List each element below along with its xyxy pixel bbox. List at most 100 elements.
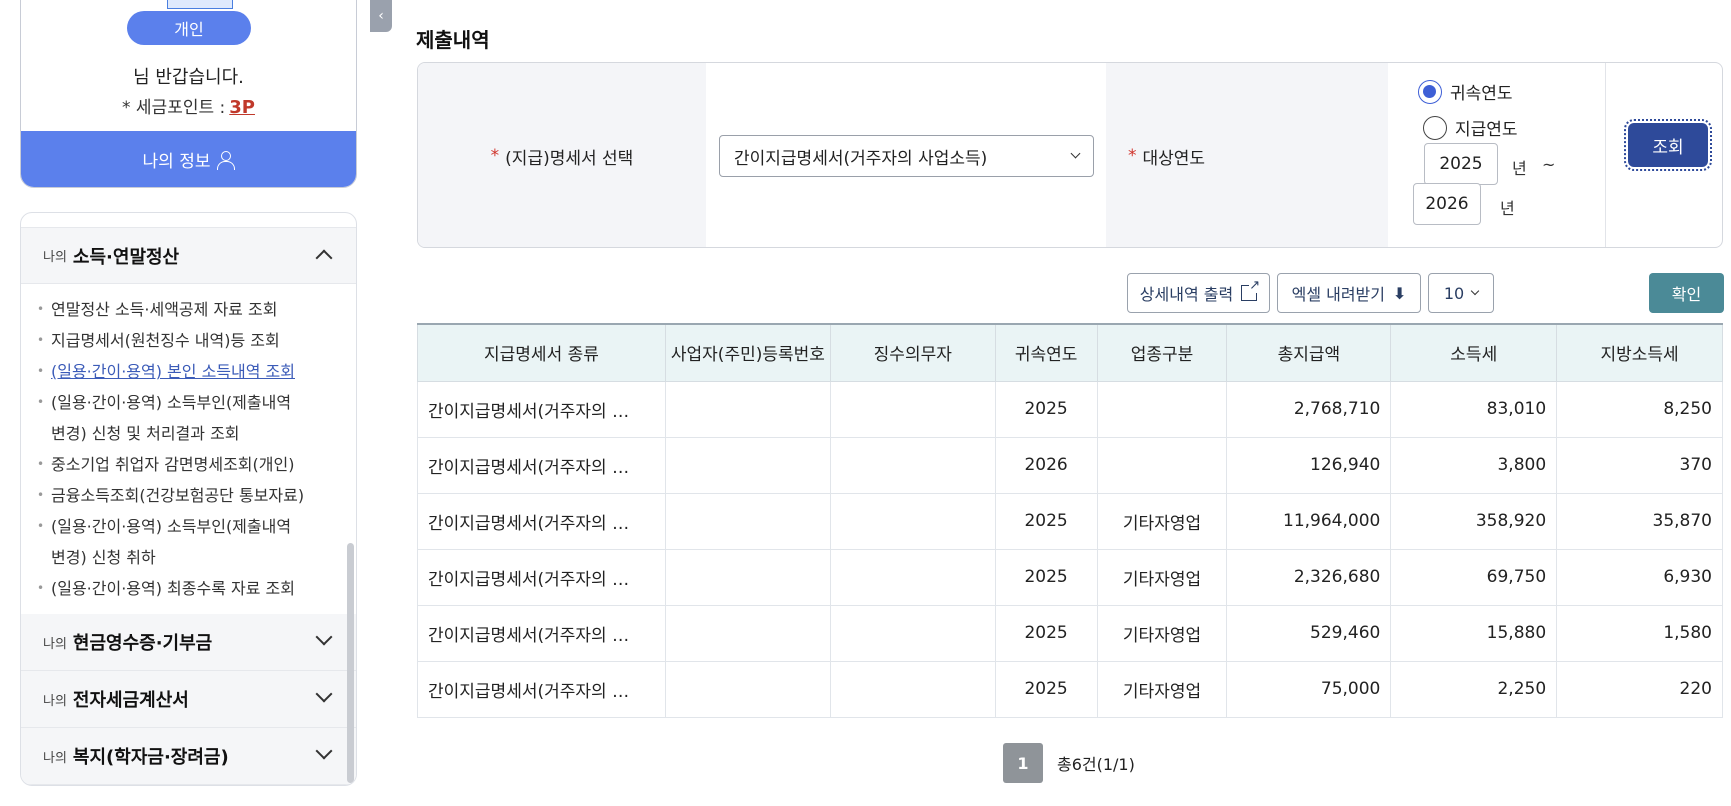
table-row[interactable]: 간이지급명세서(거주자의 … 2025 기타자영업 529,460 15,880… (417, 604, 1723, 662)
chevron-down-icon (1470, 286, 1480, 296)
chevron-up-icon (315, 249, 333, 267)
chevron-down-icon (315, 628, 333, 646)
table-row[interactable]: 간이지급명세서(거주자의 … 2025 기타자영업 75,000 2,250 2… (417, 660, 1723, 718)
table-row[interactable]: 간이지급명세서(거주자의 … 2025 2,768,710 83,010 8,2… (417, 380, 1723, 438)
col-header[interactable]: 소득세 (1390, 323, 1558, 382)
chevron-down-icon (315, 685, 333, 703)
cell-reg-number-redacted (664, 380, 831, 438)
table-row[interactable]: 간이지급명세서(거주자의 … 2025 기타자영업 11,964,000 358… (417, 492, 1723, 550)
tax-points-label: * 세금포인트 : (122, 98, 226, 118)
cell-total: 126,940 (1226, 436, 1392, 494)
menu-section-prefix: 나의 (43, 636, 67, 652)
menu-section-cash-receipt[interactable]: 나의 현금영수증·기부금 (21, 614, 356, 671)
excel-download-button[interactable]: 엑셀 내려받기 ⬇ (1277, 273, 1421, 313)
col-header[interactable]: 사업자(주민)등록번호 (664, 323, 831, 382)
col-header[interactable]: 귀속연도 (994, 323, 1098, 382)
menu-section-income[interactable]: 나의 소득·연말정산 (21, 227, 356, 284)
cell-year: 2026 (994, 436, 1098, 494)
menu-item-label: (일용·간이·용역) 소득부인(제출내역 (51, 393, 292, 412)
cell-type[interactable]: 간이지급명세서(거주자의 … (417, 604, 666, 662)
table-row[interactable]: 간이지급명세서(거주자의 … 2025 기타자영업 2,326,680 69,7… (417, 548, 1723, 606)
radio-attr-year[interactable]: 귀속연도 (1418, 79, 1513, 104)
tax-points: * 세금포인트 :3P (21, 93, 356, 118)
cell-industry (1096, 380, 1228, 438)
external-link-icon (1241, 279, 1261, 301)
page-title: 제출내역 (416, 28, 490, 52)
cell-year: 2025 (994, 380, 1098, 438)
cell-reg-number-redacted (664, 660, 831, 718)
cell-industry: 기타자영업 (1096, 492, 1228, 550)
col-header[interactable]: 징수의무자 (829, 323, 996, 382)
tax-points-value[interactable]: 3P (229, 97, 255, 118)
menu-item-label: (일용·간이·용역) 최종수록 자료 조회 (51, 579, 295, 598)
menu-item-label-line2: 변경) 신청 취하 (51, 548, 156, 567)
menu-item[interactable]: 중소기업 취업자 감면명세조회(개인) (37, 449, 336, 480)
menu-item[interactable]: 연말정산 소득·세액공제 자료 조회 (37, 294, 336, 325)
cell-type[interactable]: 간이지급명세서(거주자의 … (417, 548, 666, 606)
cell-industry: 기타자영업 (1096, 548, 1228, 606)
cell-reg-number-redacted (664, 436, 831, 494)
year-label-text: 대상연도 (1142, 148, 1206, 169)
detail-print-button[interactable]: 상세내역 출력 (1127, 273, 1270, 313)
menu-section-title: 현금영수증·기부금 (72, 633, 213, 654)
year-from-input[interactable]: 2025 (1424, 143, 1498, 185)
cell-tax: 69,750 (1390, 548, 1558, 606)
page-size-select[interactable]: 10 (1428, 273, 1494, 313)
menu-item[interactable]: 지급명세서(원천징수 내역)등 조회 (37, 325, 336, 356)
cell-tax: 358,920 (1390, 492, 1558, 550)
menu-scrollbar[interactable] (347, 543, 354, 783)
cell-type[interactable]: 간이지급명세서(거주자의 … (417, 660, 666, 718)
col-header[interactable]: 지방소득세 (1556, 323, 1723, 382)
menu-section-prefix: 나의 (43, 750, 67, 766)
menu-section-title: 전자세금계산서 (72, 690, 189, 711)
col-header[interactable]: 지급명세서 종류 (417, 323, 666, 382)
menu-item[interactable]: 금융소득조회(건강보험공단 통보자료) (37, 480, 336, 511)
user-type-badge: 개인 (127, 11, 251, 45)
radio-pay-year[interactable]: 지급연도 (1423, 115, 1518, 140)
menu-item-active[interactable]: (일용·간이·용역) 본인 소득내역 조회 (37, 356, 336, 387)
cell-reg-number-redacted (664, 492, 831, 550)
cell-tax: 2,250 (1390, 660, 1558, 718)
cell-year: 2025 (994, 548, 1098, 606)
cell-local-tax: 35,870 (1556, 492, 1723, 550)
radio-checked-icon (1418, 79, 1442, 104)
menu-item[interactable]: (일용·간이·용역) 소득부인(제출내역변경) 신청 취하 (37, 511, 336, 573)
avatar (167, 0, 233, 9)
my-info-button[interactable]: 나의 정보 (21, 131, 356, 187)
menu-section-e-invoice[interactable]: 나의 전자세금계산서 (21, 671, 356, 728)
menu-item[interactable]: (일용·간이·용역) 소득부인(제출내역변경) 신청 및 처리결과 조회 (37, 387, 336, 449)
search-panel: * (지급)명세서 선택 간이지급명세서(거주자의 사업소득) * 대상연도 귀속연… (417, 62, 1723, 248)
cell-total: 2,326,680 (1226, 548, 1392, 606)
page-number-current[interactable]: 1 (1003, 743, 1043, 783)
menu-section-welfare[interactable]: 나의 복지(학자금·장려금) (21, 728, 356, 785)
year-to-unit: 년 (1500, 199, 1515, 218)
download-icon: ⬇ (1393, 283, 1407, 303)
menu-section-title: 복지(학자금·장려금) (72, 747, 229, 768)
cell-total: 529,460 (1226, 604, 1392, 662)
cell-reg-number-redacted (664, 604, 831, 662)
statement-select[interactable]: 간이지급명세서(거주자의 사업소득) (719, 135, 1094, 177)
cell-payer-redacted (829, 548, 996, 606)
cell-type[interactable]: 간이지급명세서(거주자의 … (417, 436, 666, 494)
cell-payer-redacted (829, 436, 996, 494)
year-to-input[interactable]: 2026 (1413, 183, 1481, 225)
side-menu: 나의 소득·연말정산 연말정산 소득·세액공제 자료 조회 지급명세서(원천징수… (20, 212, 357, 786)
menu-section-title: 소득·연말정산 (72, 246, 180, 268)
cell-type[interactable]: 간이지급명세서(거주자의 … (417, 380, 666, 438)
col-header[interactable]: 총지급액 (1226, 323, 1392, 382)
cell-type[interactable]: 간이지급명세서(거주자의 … (417, 492, 666, 550)
total-count: 총6건(1/1) (1057, 755, 1135, 774)
cell-year: 2025 (994, 492, 1098, 550)
menu-item[interactable]: (일용·간이·용역) 최종수록 자료 조회 (37, 573, 336, 604)
cell-total: 2,768,710 (1226, 380, 1392, 438)
confirm-button[interactable]: 확인 (1649, 273, 1724, 313)
cell-industry: 기타자영업 (1096, 660, 1228, 718)
col-header[interactable]: 업종구분 (1096, 323, 1228, 382)
required-mark: * (1128, 146, 1137, 166)
page-size-value: 10 (1443, 283, 1465, 303)
menu-item-label-line2: 변경) 신청 및 처리결과 조회 (51, 424, 240, 443)
search-button[interactable]: 조회 (1624, 119, 1712, 171)
panel-collapse-button[interactable]: ‹ (370, 0, 392, 32)
cell-local-tax: 370 (1556, 436, 1723, 494)
table-row[interactable]: 간이지급명세서(거주자의 … 2026 126,940 3,800 370 (417, 436, 1723, 494)
